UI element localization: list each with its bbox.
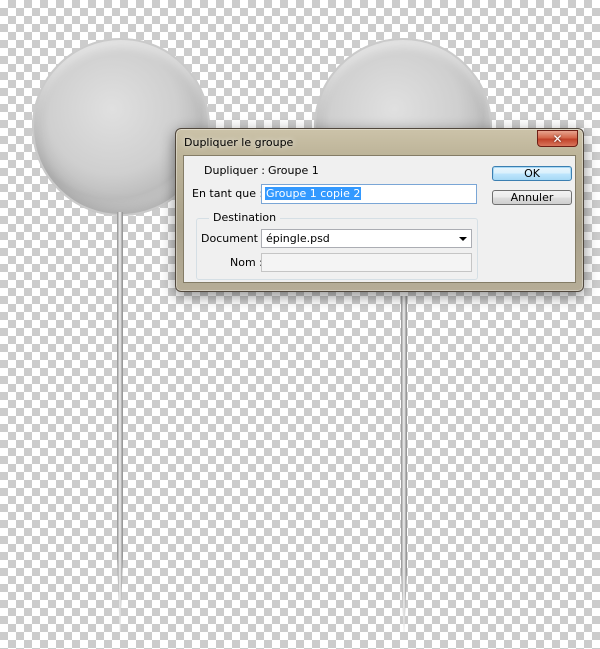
destination-group: Destination Document : épingle.psd Nom : [196, 211, 478, 280]
cancel-button[interactable]: Annuler [492, 190, 572, 205]
as-label: En tant que : [192, 187, 264, 200]
close-icon: ✕ [552, 131, 563, 146]
duplicate-label: Dupliquer : [204, 164, 265, 177]
dialog-title-bar[interactable]: Dupliquer le groupe ✕ [176, 129, 583, 155]
name-input[interactable] [261, 253, 472, 272]
ok-button[interactable]: OK [492, 166, 572, 181]
document-label: Document : [201, 232, 266, 245]
destination-legend: Destination [209, 211, 281, 224]
ok-button-label: OK [524, 167, 540, 180]
duplicate-group-dialog: Dupliquer le groupe ✕ Dupliquer : Groupe… [175, 128, 584, 292]
pin-needle-right [401, 296, 407, 632]
dialog-content: Dupliquer : Groupe 1 En tant que : Group… [183, 155, 576, 283]
document-select-value: épingle.psd [266, 232, 330, 245]
as-name-input[interactable]: Groupe 1 copie 2 [261, 184, 477, 204]
dialog-title: Dupliquer le groupe [184, 136, 294, 149]
name-label: Nom : [230, 256, 263, 269]
chevron-down-icon [459, 237, 467, 241]
close-button[interactable]: ✕ [537, 130, 578, 147]
duplicate-value: Groupe 1 [268, 164, 319, 177]
as-name-value: Groupe 1 copie 2 [265, 187, 362, 200]
pin-needle-left [117, 212, 123, 632]
document-select[interactable]: épingle.psd [261, 229, 472, 248]
cancel-button-label: Annuler [510, 191, 554, 204]
